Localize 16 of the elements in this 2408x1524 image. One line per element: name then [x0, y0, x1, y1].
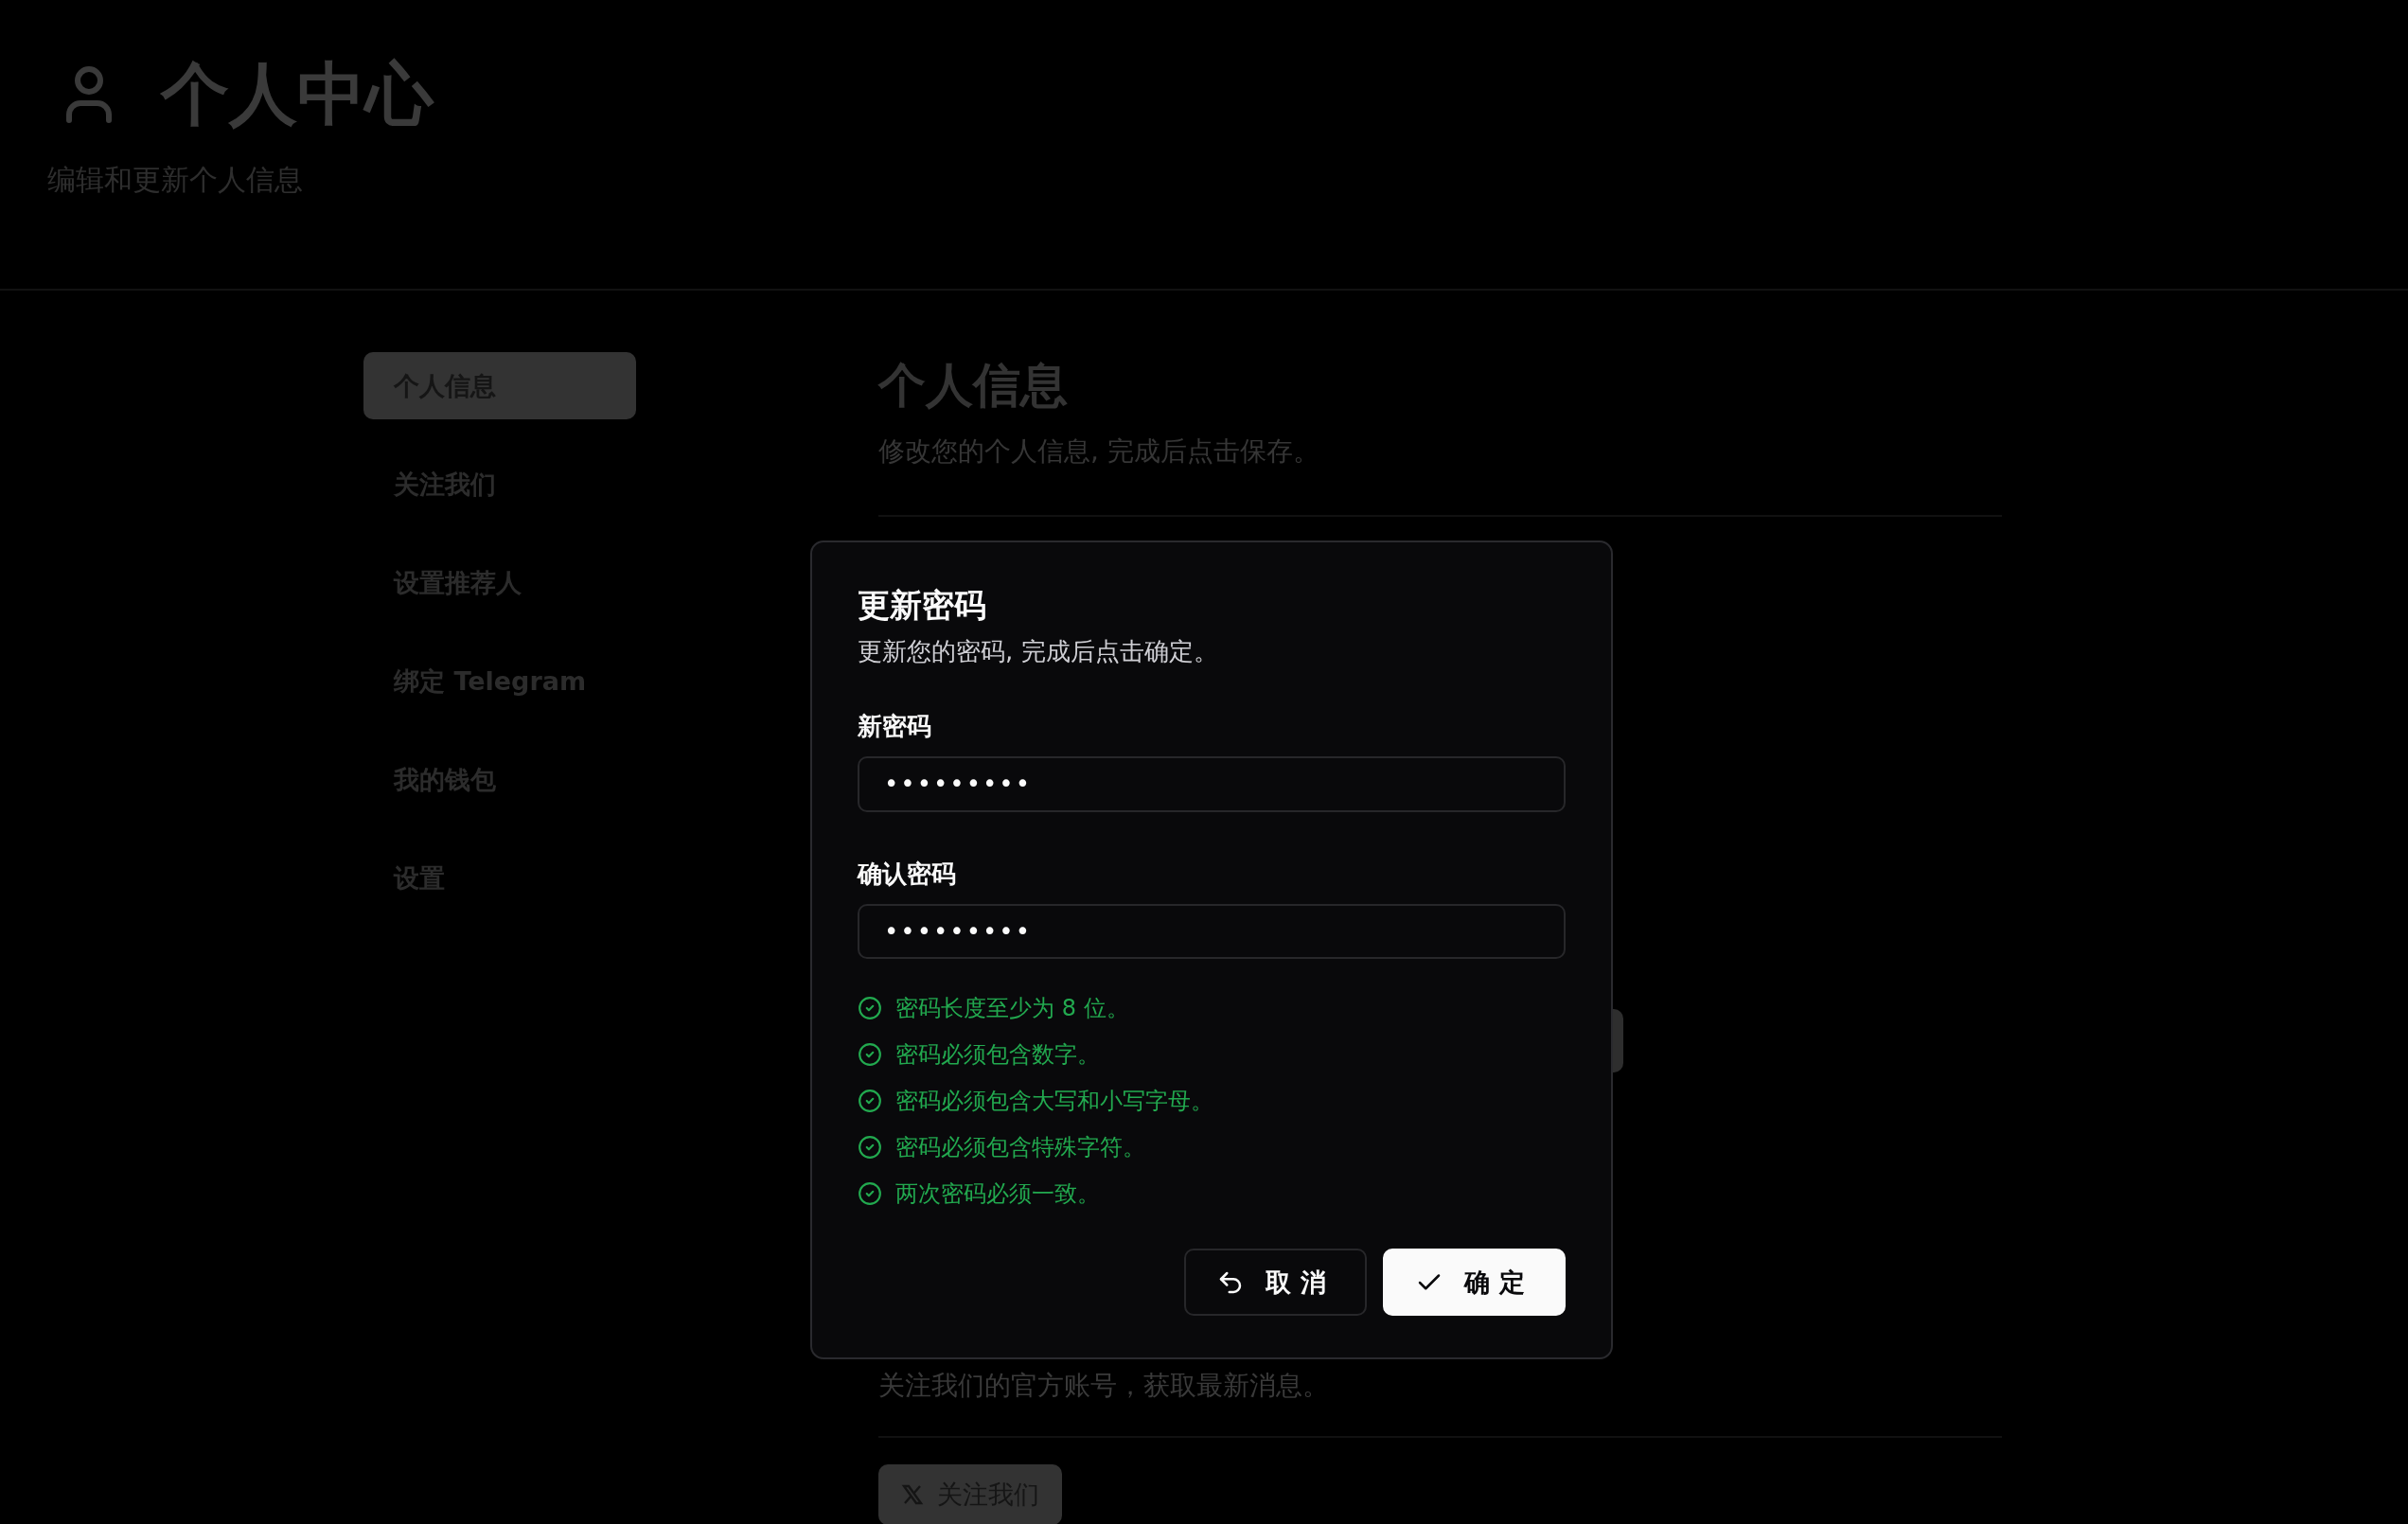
field-label: 新密码 [858, 711, 932, 742]
x-logo-icon [901, 1483, 924, 1506]
requirement-text: 密码必须包含数字。 [895, 1040, 1100, 1070]
field-label: 确认密码 [858, 858, 957, 890]
confirm-button[interactable]: 确定 [1383, 1249, 1566, 1316]
password-field[interactable]: ••••••••• [858, 903, 1566, 959]
requirement-text: 密码必须包含特殊字符。 [895, 1133, 1145, 1162]
page-title: 个人中心 [161, 53, 434, 135]
cancel-button[interactable]: 取消 [1184, 1249, 1368, 1316]
section-description: 关注我们的官方账号，获取最新消息。 [878, 1369, 1330, 1403]
password-field[interactable]: ••••••••• [858, 756, 1566, 812]
dialog-title: 更新密码 [858, 585, 987, 626]
dialog-description: 更新您的密码, 完成后点击确定。 [858, 636, 1219, 667]
requirement-text: 密码长度至少为 8 位。 [895, 994, 1129, 1023]
requirement-text: 两次密码必须一致。 [895, 1179, 1100, 1209]
requirement-text: 密码必须包含大写和小写字母。 [895, 1087, 1213, 1116]
